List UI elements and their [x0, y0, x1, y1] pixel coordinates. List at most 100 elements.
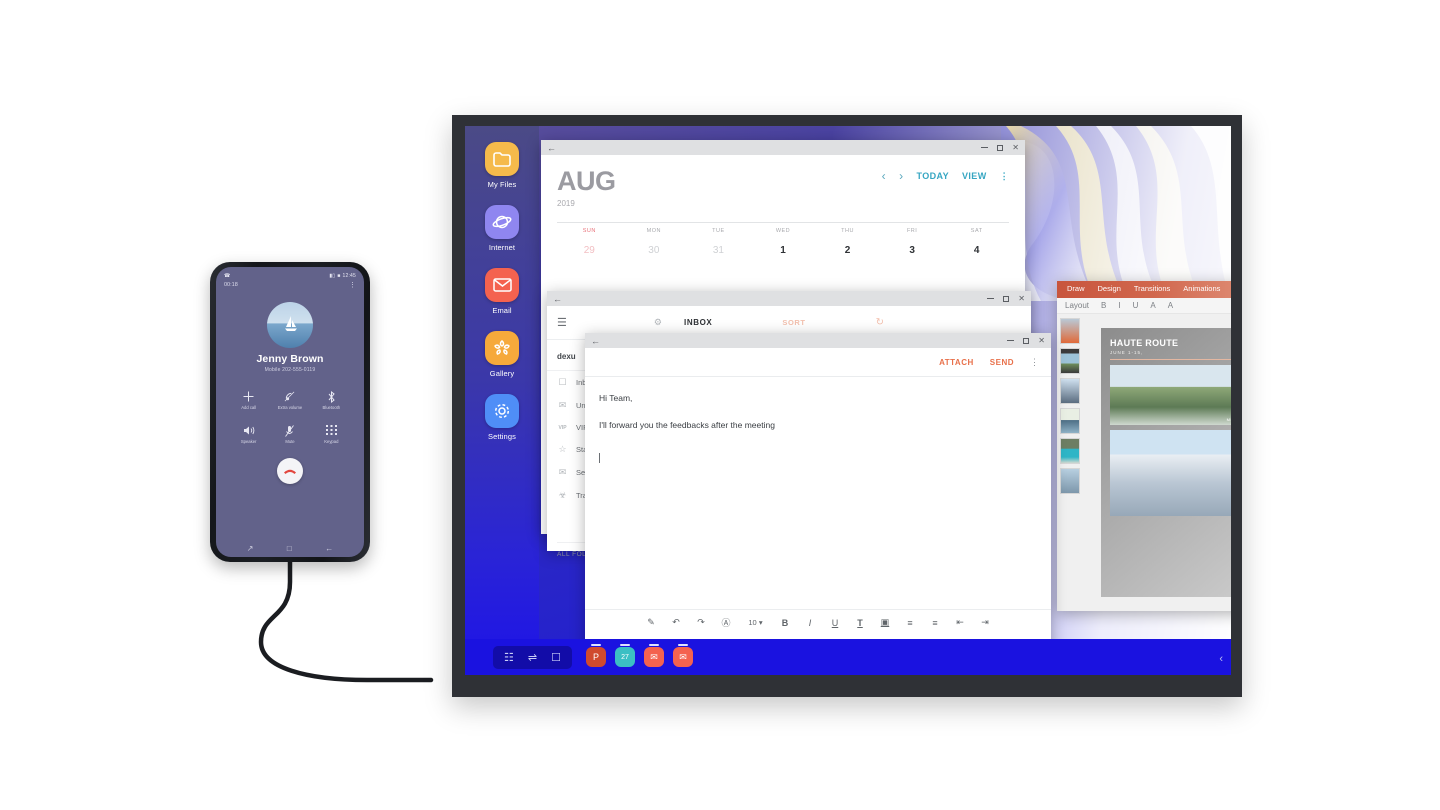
calendar-icon[interactable]: 27 — [614, 644, 635, 667]
hamburger-menu-icon[interactable]: ☰ — [557, 316, 567, 329]
calendar-day[interactable]: 30 — [622, 240, 687, 261]
text-color-icon[interactable]: T — [848, 618, 873, 628]
back-arrow-icon[interactable]: ← — [591, 336, 600, 346]
trash-icon: ☣ — [558, 490, 567, 500]
compose-window[interactable]: ← ✕ ATTACH SEND ⋮ Hi Team, I'll forward … — [585, 333, 1051, 651]
email-icon[interactable]: ✉ — [643, 644, 664, 667]
view-button[interactable]: VIEW — [962, 171, 987, 181]
slide-canvas[interactable]: HAUTE ROUTE JUNE 1-15, MER DE GLACE — [1083, 314, 1231, 611]
back-arrow-icon[interactable]: ← — [553, 294, 562, 304]
call-control-add-call[interactable]: Add call — [228, 390, 269, 410]
kebab-menu-icon[interactable]: ⋮ — [1030, 358, 1039, 367]
dock-item-email[interactable]: Email — [465, 268, 539, 315]
recents-icon[interactable]: ↗ — [247, 544, 254, 553]
star-icon: ☆ — [558, 444, 567, 454]
minimize-icon[interactable] — [1007, 340, 1015, 341]
slide-thumbnail[interactable] — [1060, 438, 1080, 464]
today-button[interactable]: TODAY — [916, 171, 949, 181]
calendar-day[interactable]: 4 — [944, 240, 1009, 261]
calendar-day[interactable]: 2 — [815, 240, 880, 261]
indent-decrease-icon[interactable]: ⇤ — [948, 617, 973, 628]
dock-item-settings[interactable]: Settings — [465, 394, 539, 441]
dock-item-internet[interactable]: Internet — [465, 205, 539, 252]
slide-thumbnail[interactable] — [1060, 348, 1080, 374]
bold-icon[interactable]: B — [1101, 301, 1106, 310]
apps-grid-icon[interactable]: ☷ — [504, 651, 514, 664]
tab-draw[interactable]: Draw — [1067, 284, 1085, 293]
font-color-icon[interactable]: A — [1150, 301, 1155, 310]
undo-icon[interactable]: ↶ — [664, 617, 689, 628]
kebab-menu-icon[interactable]: ⋮ — [349, 282, 356, 289]
call-control-extra-volume[interactable]: Extra volume — [269, 390, 310, 410]
layout-button[interactable]: Layout — [1065, 301, 1089, 310]
maximize-icon[interactable] — [1023, 337, 1030, 344]
calendar-day[interactable]: 1 — [751, 240, 816, 261]
minimize-icon[interactable] — [987, 298, 995, 299]
calendar-titlebar: ← ✕ — [541, 140, 1025, 155]
contact-number: Mobile 202-555-0119 — [264, 367, 316, 373]
inbox-icon: ☐ — [558, 377, 567, 387]
call-control-speaker[interactable]: Speaker — [228, 424, 269, 444]
indent-increase-icon[interactable]: ⇥ — [973, 617, 998, 628]
font-icon[interactable]: Ⓐ — [714, 616, 739, 629]
calendar-day-headers: SUN MON TUE WED THU FRI SAT — [557, 223, 1009, 234]
powerpoint-window[interactable]: European Backpacking Trip Draw Design Tr… — [1057, 281, 1231, 611]
italic-icon[interactable]: I — [798, 618, 823, 628]
powerpoint-icon[interactable]: P — [585, 644, 606, 667]
battery-icon: ■ — [337, 272, 341, 279]
call-control-keypad[interactable]: Keypad — [311, 424, 352, 444]
calendar-day[interactable]: 31 — [686, 240, 751, 261]
close-icon[interactable]: ✕ — [1012, 143, 1019, 152]
maximize-icon[interactable] — [997, 144, 1004, 151]
calendar-header: AUG 2019 ‹ › TODAY VIEW ⋮ — [541, 155, 1025, 208]
chevron-left-icon[interactable]: ‹ — [1219, 653, 1223, 665]
end-call-button[interactable] — [277, 458, 303, 484]
call-control-bluetooth[interactable]: Bluetooth — [311, 390, 352, 410]
text-highlight-icon[interactable]: A — [1168, 301, 1173, 310]
dock-item-gallery[interactable]: Gallery — [465, 331, 539, 378]
chevron-left-icon[interactable]: ‹ — [882, 169, 886, 183]
close-icon[interactable]: ✕ — [1018, 294, 1025, 303]
slide-thumbnail[interactable] — [1060, 408, 1080, 434]
attach-button[interactable]: ATTACH — [939, 358, 974, 367]
home-icon[interactable]: □ — [287, 544, 292, 553]
close-icon[interactable]: ✕ — [1038, 336, 1045, 345]
tab-design[interactable]: Design — [1098, 284, 1121, 293]
numbered-list-icon[interactable]: ≡ — [923, 618, 948, 628]
back-icon[interactable]: ← — [325, 544, 333, 553]
back-arrow-icon[interactable]: ← — [547, 143, 556, 153]
italic-icon[interactable]: I — [1118, 301, 1120, 310]
compose-body[interactable]: Hi Team, I'll forward you the feedbacks … — [585, 377, 1051, 609]
kebab-menu-icon[interactable]: ⋮ — [1000, 171, 1009, 182]
bold-icon[interactable]: B — [773, 618, 798, 628]
sort-button[interactable]: SORT — [782, 318, 805, 327]
swap-arrows-icon[interactable]: ⇌ — [528, 651, 537, 664]
slide-thumbnail-strip[interactable] — [1057, 314, 1083, 611]
bullet-list-icon[interactable]: ≡ — [898, 618, 923, 628]
slide-thumbnail[interactable] — [1060, 468, 1080, 494]
recents-square-icon[interactable]: ☐ — [551, 651, 561, 664]
calendar-day[interactable]: 3 — [880, 240, 945, 261]
underline-icon[interactable]: U — [823, 618, 848, 628]
email-icon[interactable]: ✉ — [672, 644, 693, 667]
redo-icon[interactable]: ↷ — [689, 617, 714, 628]
send-button[interactable]: SEND — [990, 358, 1014, 367]
font-size-selector[interactable]: 10 ▾ — [739, 618, 773, 627]
tab-transitions[interactable]: Transitions — [1134, 284, 1170, 293]
slide-thumbnail[interactable] — [1060, 378, 1080, 404]
gear-icon[interactable]: ⚙ — [654, 317, 662, 328]
calendar-day[interactable]: 29 — [557, 240, 622, 261]
underline-icon[interactable]: U — [1133, 301, 1139, 310]
refresh-icon[interactable]: ↻ — [876, 317, 884, 328]
highlight-icon[interactable]: ▣ — [873, 617, 898, 628]
dock-item-my-files[interactable]: My Files — [465, 142, 539, 189]
maximize-icon[interactable] — [1003, 295, 1010, 302]
call-control-mute[interactable]: Mute — [269, 424, 310, 444]
chevron-right-icon[interactable]: › — [899, 169, 903, 183]
bluetooth-icon — [328, 390, 335, 403]
pen-icon[interactable]: ✎ — [639, 617, 664, 628]
minimize-icon[interactable] — [981, 147, 989, 148]
tab-animations[interactable]: Animations — [1183, 284, 1220, 293]
day-header: TUE — [712, 227, 725, 234]
slide-thumbnail[interactable] — [1060, 318, 1080, 344]
